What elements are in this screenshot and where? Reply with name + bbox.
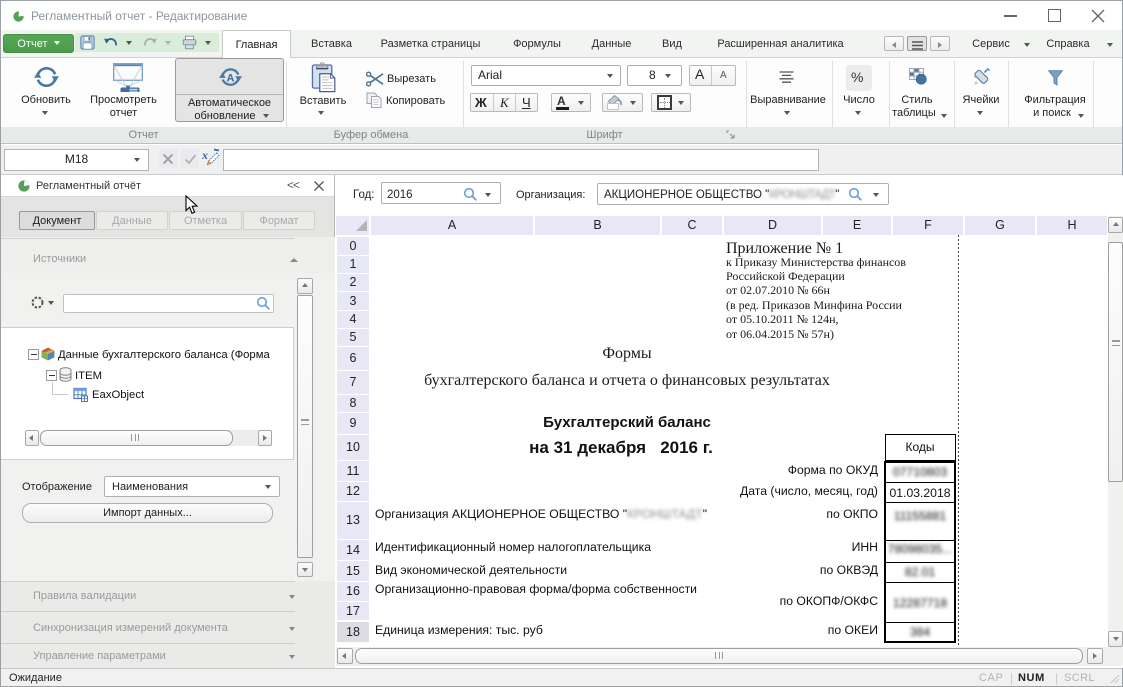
- svg-text:x: x: [202, 148, 208, 162]
- svg-text:A: A: [227, 72, 235, 84]
